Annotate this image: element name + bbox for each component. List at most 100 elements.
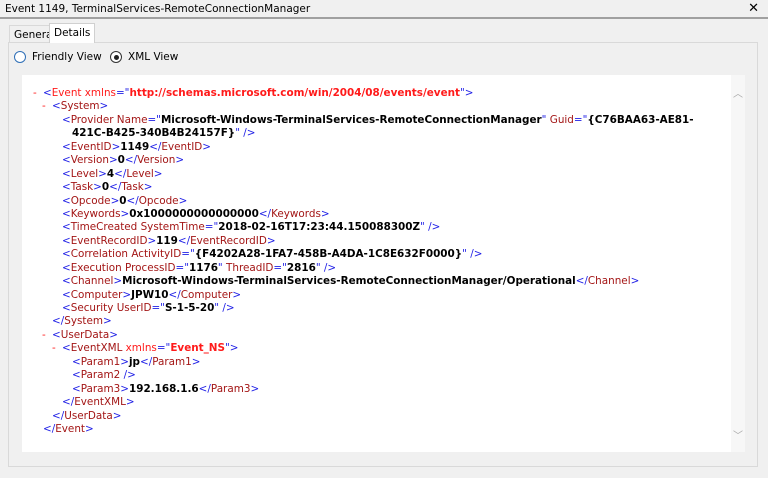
xml-punctuation: <: [62, 207, 71, 220]
xml-line: <Provider Name="Microsoft-Windows-Termin…: [22, 114, 694, 127]
xml-namespace-value: http://schemas.microsoft.com/win/2004/08…: [129, 87, 460, 99]
xml-line: <Computer>JPW10</Computer>: [22, 289, 694, 302]
xml-punctuation: " />: [214, 302, 235, 314]
xml-tag-name: Version: [137, 154, 176, 167]
xml-punctuation: >: [108, 154, 118, 167]
xml-punctuation: =": [273, 261, 287, 274]
xml-content: - <Event xmlns="http://schemas.microsoft.…: [22, 87, 694, 436]
xml-tag-name: UserData: [60, 328, 110, 341]
tab-details[interactable]: Details: [49, 23, 96, 43]
xml-punctuation: <: [62, 342, 71, 355]
xml-punctuation: =": [156, 342, 171, 355]
xml-punctuation: <: [62, 181, 71, 194]
xml-punctuation: >: [178, 194, 188, 207]
xml-tag-name: Computer: [70, 288, 123, 301]
xml-punctuation: >: [250, 382, 260, 395]
vertical-scrollbar[interactable]: ︿ ﹀: [731, 75, 745, 452]
xml-tag-name: Param2: [80, 369, 121, 382]
scroll-up-icon[interactable]: ︿: [733, 85, 743, 100]
xml-value: 2018-02-16T17:23:44.150088300Z: [218, 221, 421, 234]
xml-line: <EventRecordID>119</EventRecordID>: [22, 235, 694, 248]
xml-punctuation: " />: [420, 221, 441, 234]
xml-punctuation: >: [125, 396, 135, 409]
xml-value: 119: [156, 234, 178, 247]
xml-line: - <EventXML xmlns="Event_NS">: [22, 342, 694, 355]
xml-line: <Param1>jp</Param1>: [22, 356, 694, 369]
xml-punctuation: </: [62, 396, 75, 409]
scroll-down-icon[interactable]: ﹀: [733, 427, 743, 442]
xml-tag-name: Level: [70, 167, 99, 180]
xml-tag-name: Param3: [80, 382, 121, 395]
xml-tag-name: TimeCreated SystemTime: [70, 221, 205, 234]
xml-punctuation: <: [72, 355, 81, 368]
xml-punctuation: ": [217, 261, 227, 274]
xml-punctuation: </: [52, 409, 65, 422]
xml-tag-name: Keywords: [70, 207, 121, 220]
xml-line: <Channel>Microsoft-Windows-TerminalServi…: [22, 275, 694, 288]
xml-punctuation: </: [198, 382, 211, 395]
xml-namespace-attr: Event xmlns: [51, 87, 116, 99]
xml-punctuation: >: [111, 140, 121, 153]
xml-punctuation: >: [630, 275, 640, 288]
xml-punctuation: <: [52, 328, 61, 341]
xml-tag-name: EventRecordID: [190, 234, 267, 247]
xml-value: {F4202A28-1FA7-458B-A4DA-1C8E632F0000}: [194, 248, 463, 261]
xml-punctuation: ">: [459, 87, 474, 99]
xml-punctuation: <: [43, 87, 52, 99]
collapse-toggle[interactable]: -: [52, 342, 62, 355]
xml-line: <Param3>192.168.1.6</Param3>: [22, 383, 694, 396]
xml-punctuation: " />: [235, 127, 256, 140]
xml-namespace-value: Event_NS: [170, 342, 225, 355]
xml-tag-name: EventXML: [74, 396, 126, 409]
xml-punctuation: >: [120, 207, 130, 220]
xml-punctuation: >: [122, 288, 132, 301]
xml-value: 1176: [189, 261, 218, 274]
collapse-toggle[interactable]: -: [42, 100, 52, 113]
xml-line: <Execution ProcessID="1176" ThreadID="28…: [22, 262, 694, 275]
xml-punctuation: ": [541, 113, 550, 126]
xml-line: <Version>0</Version>: [22, 154, 694, 167]
xml-tag-name: Level: [126, 167, 154, 180]
xml-punctuation: >: [147, 234, 157, 247]
xml-view-box: - <Event xmlns="http://schemas.microsoft.…: [22, 75, 745, 452]
xml-punctuation: <: [62, 288, 71, 301]
title-bar: Event 1149, TerminalServices-RemoteConne…: [0, 0, 768, 19]
xml-view-radio[interactable]: XML View: [110, 51, 178, 63]
xml-punctuation: <: [62, 275, 71, 288]
xml-line: </UserData>: [22, 410, 694, 423]
xml-punctuation: >: [110, 194, 120, 207]
xml-punctuation: </: [109, 181, 122, 194]
xml-punctuation: =": [147, 113, 161, 126]
xml-tag-name: Keywords: [271, 207, 321, 220]
xml-tag-name: Task: [70, 181, 94, 194]
xml-tag-name: Opcode: [70, 194, 111, 207]
xml-value: 2816: [286, 261, 316, 274]
radio-selected-icon: [110, 51, 122, 63]
xml-punctuation: >: [202, 140, 211, 153]
collapse-toggle[interactable]: -: [42, 329, 52, 342]
xml-punctuation: =": [175, 261, 190, 274]
xml-namespace-attr: xmlns: [122, 342, 157, 355]
close-icon[interactable]: ✕: [748, 1, 759, 16]
xml-tag-name: Param3: [210, 382, 251, 395]
xml-punctuation: <: [62, 194, 71, 207]
xml-punctuation: <: [62, 261, 71, 274]
xml-punctuation: =": [181, 248, 195, 261]
collapse-toggle[interactable]: -: [33, 87, 43, 100]
window-title: Event 1149, TerminalServices-RemoteConne…: [5, 3, 311, 15]
xml-punctuation: =": [204, 221, 219, 234]
xml-value: 0: [119, 194, 127, 207]
friendly-view-radio[interactable]: Friendly View: [14, 51, 102, 63]
xml-punctuation: <: [62, 302, 71, 314]
xml-line: - <System>: [22, 100, 694, 113]
xml-punctuation: </: [114, 167, 127, 180]
xml-view-label: XML View: [128, 51, 179, 63]
xml-value: 421C-B425-340B4B24157F}: [72, 127, 236, 140]
xml-punctuation: <: [52, 100, 61, 113]
xml-value: 1149: [120, 140, 150, 153]
xml-tag-name: EventXML: [70, 342, 123, 355]
xml-punctuation: <: [72, 382, 81, 395]
xml-line: 421C-B425-340B4B24157F}" />: [22, 127, 694, 140]
xml-value: Microsoft-Windows-TerminalServices-Remot…: [122, 275, 576, 288]
xml-punctuation: <: [62, 221, 71, 234]
